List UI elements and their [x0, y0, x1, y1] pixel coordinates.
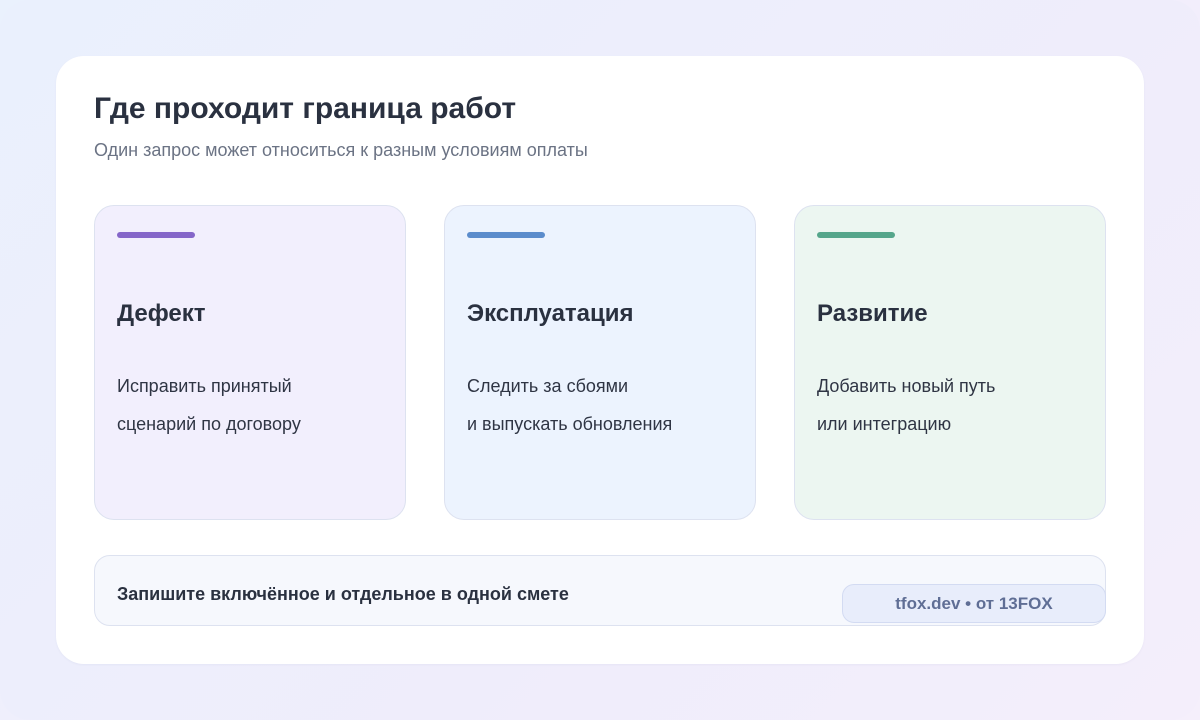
tile-development: Развитие Добавить новый путь или интегра… — [794, 205, 1106, 520]
tile-description-line: и выпускать обновления — [467, 414, 673, 434]
tile-description-line: Следить за сбоями — [467, 376, 629, 396]
page-title: Где проходит граница работ — [94, 92, 517, 125]
tile-heading: Дефект — [117, 300, 206, 327]
tile-description: Исправить принятый сценарий по договору — [117, 367, 387, 443]
tile-accent-bar — [467, 232, 545, 238]
tile-description-line: Добавить новый путь — [817, 376, 996, 396]
category-tiles: Дефект Исправить принятый сценарий по до… — [94, 205, 1106, 520]
tile-heading: Эксплуатация — [467, 300, 634, 327]
tile-heading: Развитие — [817, 300, 928, 327]
tile-description-line: или интеграцию — [817, 414, 952, 434]
brand-badge[interactable]: tfox.dev • от 13FOX — [842, 584, 1106, 623]
estimate-note: Запишите включённое и отдельное в одной … — [94, 555, 1106, 626]
estimate-note-text: Запишите включённое и отдельное в одной … — [117, 584, 569, 604]
tile-description: Добавить новый путь или интеграцию — [817, 367, 1087, 443]
tile-accent-bar — [817, 232, 895, 238]
tile-description-line: сценарий по договору — [117, 414, 301, 434]
page-subtitle: Один запрос может относиться к разным ус… — [94, 140, 588, 160]
tile-description-line: Исправить принятый — [117, 376, 292, 396]
tile-operation: Эксплуатация Следить за сбоями и выпуска… — [444, 205, 756, 520]
tile-defect: Дефект Исправить принятый сценарий по до… — [94, 205, 406, 520]
tile-accent-bar — [117, 232, 195, 238]
tile-description: Следить за сбоями и выпускать обновления — [467, 367, 737, 443]
content-card: Где проходит граница работ Один запрос м… — [56, 56, 1144, 664]
